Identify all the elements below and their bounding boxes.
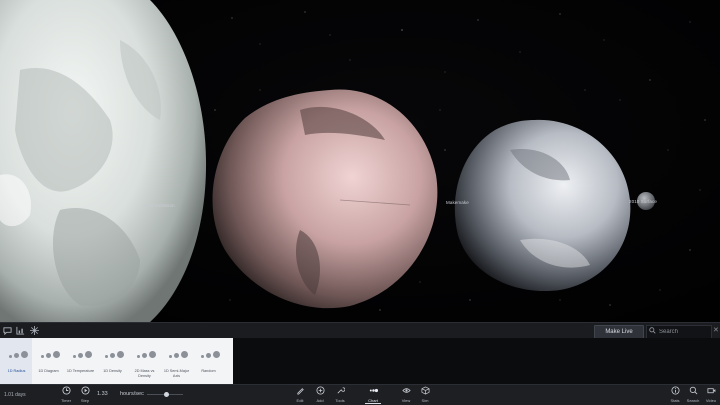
close-icon[interactable]: ✕ xyxy=(713,326,719,334)
chart-thumbnail-icon xyxy=(9,351,29,359)
toolbar-label: Edit xyxy=(296,398,304,403)
toolbar-label: Add xyxy=(316,398,324,403)
step-button[interactable]: Step xyxy=(74,386,96,404)
planet-scene xyxy=(0,0,706,322)
toolbar-tools-button[interactable]: Tools xyxy=(329,386,351,404)
chart-thumbnail-icon xyxy=(41,351,61,359)
sparkle-icon[interactable] xyxy=(29,326,39,336)
chart-type-label: Random xyxy=(201,369,216,373)
chart-type-card[interactable]: 1D Semi-Major Axis xyxy=(160,338,192,384)
chart-type-card[interactable]: 1D Density xyxy=(96,338,128,384)
chart-type-label: 1D Radius xyxy=(7,369,26,373)
chart-icon[interactable] xyxy=(15,326,25,336)
chart-type-card[interactable]: 1D Diagram xyxy=(32,338,64,384)
toolbar-sim-button[interactable]: Sim xyxy=(414,386,436,404)
chart-panel-header: Make Live ✕ xyxy=(0,322,720,339)
bottom-toolbar: 1.01 days Timer Step 1.33 hours/sec Edit… xyxy=(0,384,720,405)
label-dwarf-left[interactable]: 2003 SubMoon xyxy=(143,203,175,208)
3d-viewport[interactable]: 2003 SubMoon Makemake 2010 Surface xyxy=(0,0,720,322)
toolbar-label: Sim xyxy=(421,398,429,403)
rate-slider-thumb[interactable] xyxy=(164,392,170,397)
chart-type-card[interactable]: 2D Mass vs Density xyxy=(128,338,160,384)
toolbar-label: Chart xyxy=(368,398,378,403)
step-label: Step xyxy=(80,398,90,403)
chart-type-label: 1D Temperature xyxy=(66,369,95,373)
rate-value[interactable]: 1.33 xyxy=(97,391,108,397)
cube-icon xyxy=(414,386,436,398)
chart-type-label: 1D Semi-Major Axis xyxy=(163,369,190,378)
video-icon xyxy=(700,386,720,398)
step-icon xyxy=(74,386,96,398)
rate-unit[interactable]: hours/sec xyxy=(120,391,144,397)
toolbar-label: Tools xyxy=(335,398,345,403)
chart-type-list: 1D Radius 1D Diagram 1D Temperature 1D Dens… xyxy=(0,338,233,384)
dwarf-planet-right xyxy=(454,119,631,292)
label-dwarf-middle[interactable]: Makemake xyxy=(446,200,469,205)
toolbar-video-button[interactable]: Video xyxy=(700,386,720,404)
chart-type-label: 1D Diagram xyxy=(38,369,59,373)
label-dwarf-right[interactable]: 2010 Surface xyxy=(629,199,657,204)
wrench-icon xyxy=(329,386,351,398)
chart-thumbnail-icon xyxy=(73,351,93,359)
time-readout: 1.01 days xyxy=(4,392,26,398)
toolbar-add-button[interactable]: Add xyxy=(309,386,331,404)
dwarf-planet-middle xyxy=(212,89,438,309)
chart-type-label: 1D Density xyxy=(103,369,122,373)
rate-slider[interactable] xyxy=(147,392,183,397)
make-live-button[interactable]: Make Live xyxy=(594,325,644,339)
chart-type-strip: 1D Radius 1D Diagram 1D Temperature 1D Dens… xyxy=(0,338,720,384)
chart-type-card[interactable]: 1D Temperature xyxy=(64,338,96,384)
chart-thumbnail-icon xyxy=(137,351,157,359)
chat-icon[interactable] xyxy=(2,326,12,336)
search-input[interactable] xyxy=(659,327,709,336)
chart-thumbnail-icon xyxy=(201,351,221,359)
search-icon xyxy=(649,327,656,336)
chart-type-card[interactable]: 1D Radius xyxy=(0,338,32,384)
pencil-icon xyxy=(289,386,311,398)
chart-type-card[interactable]: Random xyxy=(192,338,224,384)
chart-type-label: 2D Mass vs Density xyxy=(134,369,155,378)
chart-thumbnail-icon xyxy=(105,351,125,359)
plus-icon xyxy=(309,386,331,398)
dwarf-planet-left xyxy=(0,0,207,322)
chart-thumbnail-icon xyxy=(169,351,189,359)
search-field[interactable] xyxy=(646,325,712,339)
chart-dots-icon xyxy=(362,386,384,398)
toolbar-edit-button[interactable]: Edit xyxy=(289,386,311,404)
toolbar-label: Video xyxy=(705,398,717,403)
toolbar-chart-button[interactable]: Chart xyxy=(362,386,384,404)
